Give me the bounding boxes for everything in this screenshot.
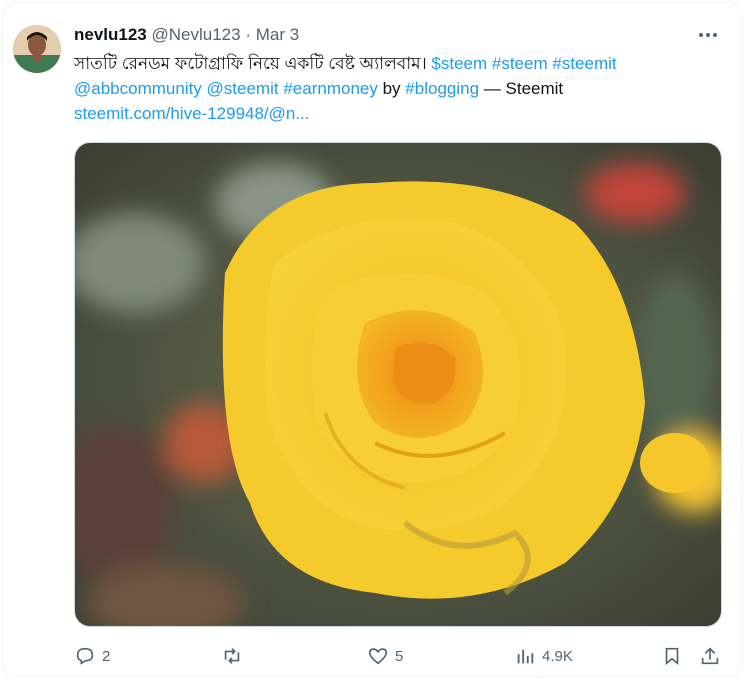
- like-count: 5: [395, 647, 404, 665]
- mention-abbcommunity[interactable]: @abbcommunity: [74, 79, 202, 98]
- share-button[interactable]: [699, 641, 721, 671]
- source-suffix: — Steemit: [483, 79, 564, 98]
- share-icon: [701, 647, 719, 665]
- reply-button[interactable]: 2: [74, 641, 110, 671]
- action-bar: 2 5 4.9K: [74, 641, 722, 671]
- external-link[interactable]: steemit.com/hive-129948/@n...: [74, 104, 310, 123]
- author-handle[interactable]: @Nevlu123: [152, 25, 241, 44]
- more-options-icon[interactable]: [696, 25, 720, 45]
- retweet-icon: [224, 648, 240, 664]
- tweet-date[interactable]: Mar 3: [256, 25, 299, 44]
- like-button[interactable]: 5: [367, 641, 403, 671]
- by-word: by: [382, 79, 401, 98]
- separator-dot: ·: [245, 25, 251, 44]
- tweet-text: সাতটি রেনডম ফটোগ্রাফি নিয়ে একটি বেষ্ট অ…: [74, 51, 724, 126]
- view-count: 4.9K: [542, 647, 573, 665]
- tweet-header: nevlu123 @Nevlu123 · Mar 3: [74, 23, 299, 47]
- mention-steemit[interactable]: @steemit: [207, 79, 279, 98]
- avatar[interactable]: [13, 25, 61, 73]
- hashtag-steemit[interactable]: #steemit: [552, 54, 616, 73]
- analytics-icon: [517, 649, 534, 664]
- retweet-button[interactable]: [221, 641, 249, 671]
- hashtag-blogging[interactable]: #blogging: [405, 79, 479, 98]
- bookmark-button[interactable]: [661, 641, 683, 671]
- views-button[interactable]: 4.9K: [514, 641, 573, 671]
- hashtag-earnmoney[interactable]: #earnmoney: [283, 79, 378, 98]
- author-name[interactable]: nevlu123: [74, 25, 147, 44]
- bookmark-icon: [665, 647, 679, 666]
- reply-count: 2: [102, 647, 111, 665]
- tweet-body-text: সাতটি রেনডম ফটোগ্রাফি নিয়ে একটি বেষ্ট অ…: [74, 54, 427, 73]
- reply-icon: [76, 647, 94, 665]
- heart-icon: [368, 648, 388, 665]
- hashtag-steem[interactable]: #steem: [492, 54, 548, 73]
- cashtag-steem[interactable]: $steem: [431, 54, 487, 73]
- tweet-photo[interactable]: [74, 142, 722, 627]
- tweet-card[interactable]: nevlu123 @Nevlu123 · Mar 3 সাতটি রেনডম ফ…: [2, 2, 743, 677]
